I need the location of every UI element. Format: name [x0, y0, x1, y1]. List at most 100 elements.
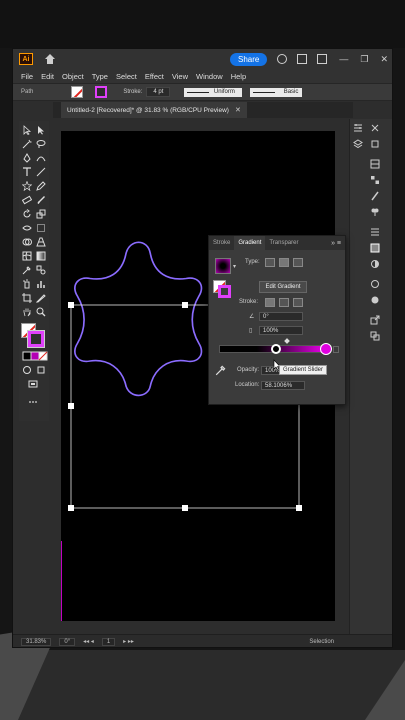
- restore-button[interactable]: ❐: [360, 54, 368, 65]
- type-tool-icon[interactable]: [22, 167, 32, 177]
- menu-edit[interactable]: Edit: [41, 72, 54, 81]
- home-icon[interactable]: [45, 54, 55, 64]
- artboard-nav-next-icon[interactable]: ▸ ▸▸: [123, 638, 134, 645]
- brush-definition-dropdown[interactable]: Basic: [250, 87, 303, 97]
- magic-wand-tool-icon[interactable]: [22, 139, 32, 149]
- graphic-styles-panel-icon[interactable]: [370, 295, 380, 305]
- freeform-gradient-icon[interactable]: [293, 258, 303, 267]
- minimize-button[interactable]: —: [339, 54, 348, 64]
- appearance-panel-icon[interactable]: [370, 279, 380, 289]
- edit-toolbar-icon[interactable]: [28, 397, 38, 407]
- zoom-field[interactable]: 31.83%: [21, 637, 52, 646]
- line-segment-tool-icon[interactable]: [36, 167, 46, 177]
- layers-panel-icon[interactable]: [353, 139, 363, 149]
- menu-type[interactable]: Type: [92, 72, 108, 81]
- gradient-panel-icon[interactable]: [370, 243, 380, 253]
- pencil-tool-icon[interactable]: [36, 181, 46, 191]
- zoom-tool-icon[interactable]: [36, 307, 46, 317]
- close-window-button[interactable]: ✕: [380, 54, 388, 65]
- direct-selection-tool-icon[interactable]: [36, 125, 46, 135]
- pathfinder-panel-icon[interactable]: [370, 331, 380, 341]
- free-transform-tool-icon[interactable]: [36, 223, 46, 233]
- shape-builder-tool-icon[interactable]: [22, 237, 32, 247]
- symbol-sprayer-tool-icon[interactable]: [22, 279, 32, 289]
- document-tab[interactable]: Untitled-2 [Recovered]* @ 31.83 % (RGB/C…: [61, 102, 247, 118]
- swatches-panel-icon[interactable]: [370, 175, 380, 185]
- midpoint-diamond[interactable]: [284, 338, 290, 344]
- workspace-switcher-icon[interactable]: [317, 54, 328, 64]
- edit-gradient-button[interactable]: Edit Gradient: [259, 281, 307, 293]
- star-tool-icon[interactable]: [22, 181, 32, 191]
- rotate-tool-icon[interactable]: [22, 209, 32, 219]
- gradient-preview-swatch[interactable]: [215, 258, 231, 274]
- blend-tool-icon[interactable]: [36, 265, 46, 275]
- menu-file[interactable]: File: [21, 72, 33, 81]
- menu-window[interactable]: Window: [196, 72, 223, 81]
- color-panel-icon[interactable]: [370, 159, 380, 169]
- hand-tool-icon[interactable]: [22, 307, 32, 317]
- draw-normal-icon[interactable]: [22, 365, 32, 375]
- eyedropper-icon[interactable]: [215, 363, 227, 376]
- artboard-nav-prev-icon[interactable]: ◂◂ ◂: [83, 638, 94, 645]
- fill-stroke-toggle[interactable]: [213, 280, 231, 298]
- preview-dropdown-icon[interactable]: ▾: [233, 263, 236, 270]
- perspective-grid-tool-icon[interactable]: [36, 237, 46, 247]
- radial-gradient-icon[interactable]: [279, 258, 289, 267]
- selection-tool-icon[interactable]: [22, 125, 32, 135]
- search-icon[interactable]: [277, 54, 288, 64]
- paintbrush-tool-icon[interactable]: [36, 195, 46, 205]
- menu-help[interactable]: Help: [231, 72, 246, 81]
- screen-mode-icon[interactable]: [28, 379, 38, 389]
- panel-menu-icon[interactable]: » ≡: [331, 240, 341, 247]
- eyedropper-tool-icon[interactable]: [22, 265, 32, 275]
- gradient-stop-end[interactable]: [321, 344, 331, 354]
- angle-field[interactable]: 0°: [259, 312, 303, 321]
- gradient-stop-start[interactable]: [271, 344, 281, 354]
- aspect-ratio-field[interactable]: 100%: [259, 326, 303, 335]
- slice-tool-icon[interactable]: [36, 293, 46, 303]
- export-panel-icon[interactable]: [370, 315, 380, 325]
- menu-select[interactable]: Select: [116, 72, 137, 81]
- none-mode-icon[interactable]: [38, 351, 48, 361]
- tab-gradient[interactable]: Gradient: [234, 236, 266, 250]
- column-graph-tool-icon[interactable]: [36, 279, 46, 289]
- scale-tool-icon[interactable]: [36, 209, 46, 219]
- stroke-swatch[interactable]: [218, 285, 231, 298]
- stroke-color-swatch[interactable]: [27, 330, 45, 348]
- linear-gradient-icon[interactable]: [265, 258, 275, 267]
- brushes-panel-icon[interactable]: [370, 191, 380, 201]
- menu-object[interactable]: Object: [62, 72, 84, 81]
- mesh-tool-icon[interactable]: [22, 251, 32, 261]
- stroke-gradient-swatch[interactable]: [95, 86, 108, 98]
- symbols-panel-icon[interactable]: [370, 207, 380, 217]
- tab-stroke[interactable]: Stroke: [209, 240, 234, 246]
- draw-behind-icon[interactable]: [36, 365, 46, 375]
- eraser-tool-icon[interactable]: [22, 195, 32, 205]
- pen-tool-icon[interactable]: [22, 153, 32, 163]
- transparency-panel-icon[interactable]: [370, 259, 380, 269]
- align-panel-icon[interactable]: [370, 227, 380, 237]
- gradient-tool-icon[interactable]: [36, 251, 46, 261]
- fill-none-swatch[interactable]: [71, 86, 84, 98]
- links-panel-icon[interactable]: [370, 139, 380, 149]
- location-field[interactable]: 58.1006%: [261, 381, 305, 390]
- stroke-across-icon[interactable]: [293, 298, 303, 307]
- properties-panel-icon[interactable]: [353, 123, 363, 133]
- close-document-icon[interactable]: ✕: [235, 106, 241, 114]
- width-tool-icon[interactable]: [22, 223, 32, 233]
- share-button[interactable]: Share: [230, 52, 268, 66]
- lasso-tool-icon[interactable]: [36, 139, 46, 149]
- curvature-tool-icon[interactable]: [36, 153, 46, 163]
- arrange-documents-icon[interactable]: [297, 54, 308, 64]
- stroke-within-icon[interactable]: [265, 298, 275, 307]
- stroke-weight-field[interactable]: 4 pt: [146, 87, 171, 97]
- stroke-along-icon[interactable]: [279, 298, 289, 307]
- tab-transparency[interactable]: Transparer: [265, 240, 302, 246]
- artboard-tool-icon[interactable]: [22, 293, 32, 303]
- libraries-panel-icon[interactable]: [370, 123, 380, 133]
- menu-view[interactable]: View: [172, 72, 188, 81]
- artboard-number-field[interactable]: 1: [101, 637, 116, 646]
- variable-width-profile-dropdown[interactable]: Uniform: [184, 87, 243, 97]
- rotation-field[interactable]: 0°: [59, 637, 76, 646]
- delete-stop-icon[interactable]: [333, 346, 339, 353]
